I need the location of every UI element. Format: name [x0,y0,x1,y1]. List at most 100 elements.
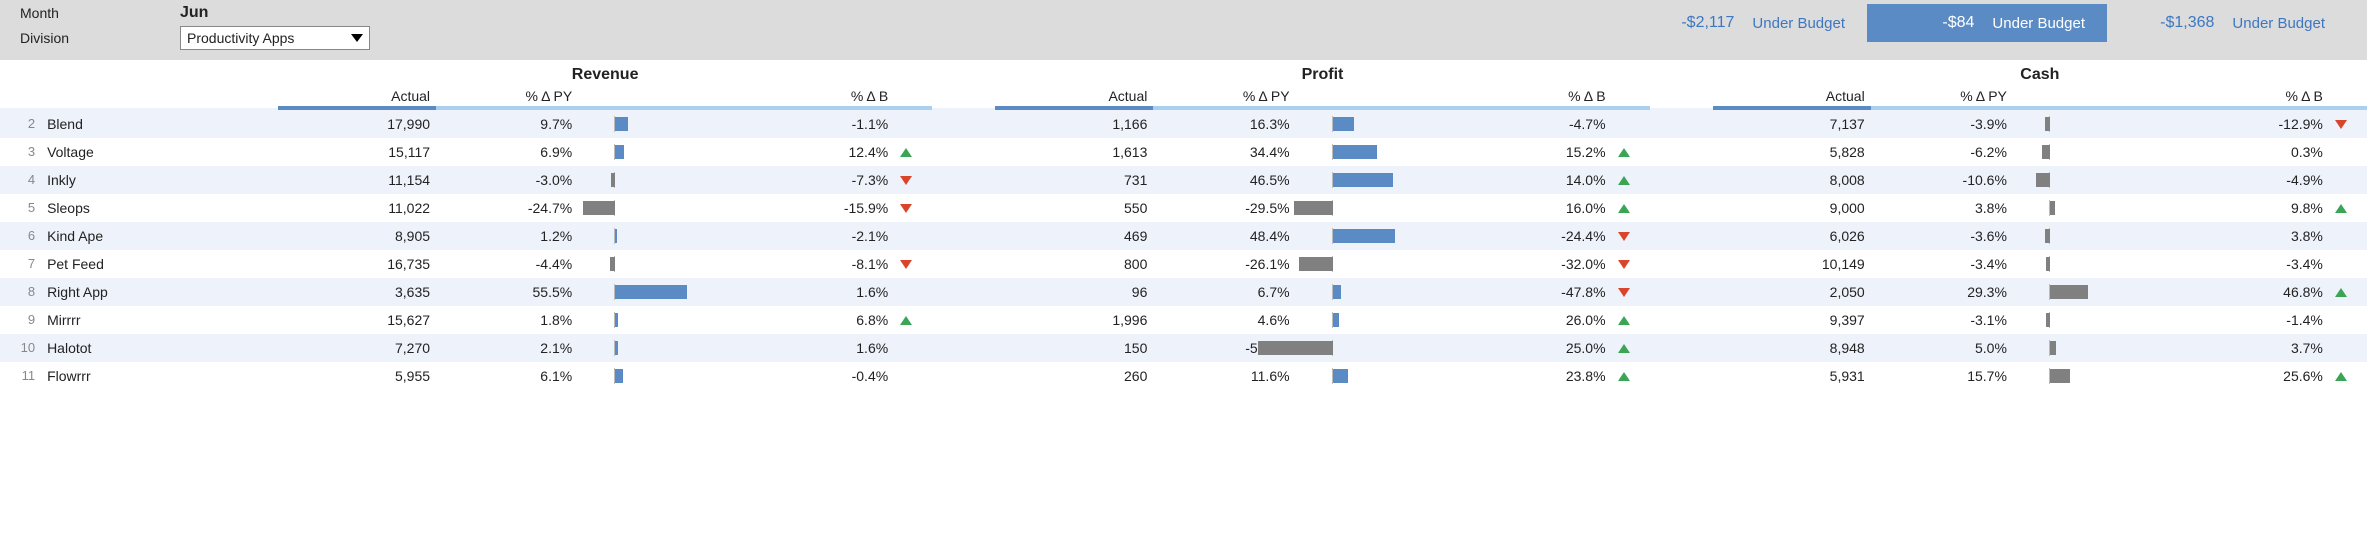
triangle-up-icon [1618,316,1630,325]
row-index: 5 [0,194,41,222]
cell-actual: 7,137 [1713,108,1871,138]
cell-pctb: 25.0% [1469,334,1611,362]
cell-indicator [894,362,932,390]
division-label: Division [20,30,180,46]
cell-pctb: -15.9% [752,194,894,222]
cell-bar [1296,250,1470,278]
row-index: 4 [0,166,41,194]
cell-actual: 2,050 [1713,278,1871,306]
cell-indicator [894,334,932,362]
triangle-up-icon [1618,372,1630,381]
cell-pctpy: 1.2% [436,222,578,250]
cell-indicator [2329,138,2367,166]
row-index: 2 [0,108,41,138]
kpi-status: Under Budget [1992,15,2085,32]
cell-bar [578,250,752,278]
cell-pctpy: -6.2% [1871,138,2013,166]
section-title-revenue: Revenue [278,60,932,86]
cell-pctb: -4.7% [1469,108,1611,138]
cell-pctb: 6.8% [752,306,894,334]
cell-actual: 1,166 [995,108,1153,138]
header-revenue-pctb: % Δ B [752,86,894,108]
cell-indicator [2329,166,2367,194]
cell-indicator [2329,108,2367,138]
cell-indicator [894,138,932,166]
row-name: Pet Feed [41,250,278,278]
cell-bar [1296,362,1470,390]
cell-bar [2013,108,2187,138]
cell-bar [1296,108,1470,138]
triangle-up-icon [900,316,912,325]
cell-actual: 5,828 [1713,138,1871,166]
row-index: 9 [0,306,41,334]
triangle-down-icon [1618,288,1630,297]
cell-indicator [2329,306,2367,334]
performance-table: Revenue Profit Cash Actual % Δ PY % Δ B … [0,60,2367,390]
division-select[interactable]: Productivity Apps [180,26,370,50]
cell-actual: 150 [995,334,1153,362]
cell-bar [578,334,752,362]
cell-pctpy: -4.4% [436,250,578,278]
cell-bar [578,108,752,138]
cell-pctb: 26.0% [1469,306,1611,334]
cell-bar [2013,362,2187,390]
cell-bar [2013,138,2187,166]
header-profit-actual: Actual [995,86,1153,108]
cell-indicator [2329,250,2367,278]
cell-bar [1296,222,1470,250]
cell-pctb: 1.6% [752,334,894,362]
kpi-strip: -$2,117Under Budget-$84Under Budget-$1,3… [1627,4,2347,42]
cell-actual: 8,008 [1713,166,1871,194]
cell-pctb: -12.9% [2187,108,2329,138]
triangle-up-icon [2335,288,2347,297]
triangle-down-icon [2335,120,2347,129]
cell-pctpy: 5.0% [1871,334,2013,362]
cell-pctb: 15.2% [1469,138,1611,166]
row-index: 6 [0,222,41,250]
cell-indicator [894,194,932,222]
cell-indicator [1612,194,1650,222]
cell-indicator [894,250,932,278]
kpi-card[interactable]: -$2,117Under Budget [1627,4,1867,42]
cell-indicator [1612,138,1650,166]
cell-pctpy: -10.6% [1871,166,2013,194]
cell-bar [578,138,752,166]
table-row: 2Blend17,9909.7%-1.1%1,16616.3%-4.7%7,13… [0,108,2367,138]
cell-indicator [1612,278,1650,306]
cell-indicator [1612,334,1650,362]
cell-actual: 96 [995,278,1153,306]
cell-pctb: -7.3% [752,166,894,194]
cell-pctpy: -3.0% [436,166,578,194]
header-cash-actual: Actual [1713,86,1871,108]
table-row: 5Sleops11,022-24.7%-15.9%550-29.5%16.0%9… [0,194,2367,222]
kpi-card[interactable]: -$1,368Under Budget [2107,4,2347,42]
kpi-status: Under Budget [2232,15,2325,32]
cell-bar [1296,278,1470,306]
cell-pctpy: 9.7% [436,108,578,138]
row-name: Kind Ape [41,222,278,250]
filter-panel: Month Jun Division Productivity Apps [20,4,380,50]
row-name: Flowrrr [41,362,278,390]
cell-pctb: 16.0% [1469,194,1611,222]
table-row: 10Halotot7,2702.1%1.6%150-57.0%25.0%8,94… [0,334,2367,362]
header-cash-pctpy: % Δ PY [1871,86,2013,108]
cell-bar [578,222,752,250]
cell-pctpy: 34.4% [1153,138,1295,166]
cell-pctb: 25.6% [2187,362,2329,390]
cell-actual: 5,955 [278,362,436,390]
cell-bar [1296,194,1470,222]
row-name: Halotot [41,334,278,362]
cell-actual: 800 [995,250,1153,278]
cell-actual: 6,026 [1713,222,1871,250]
cell-pctb: -1.4% [2187,306,2329,334]
cell-pctb: 12.4% [752,138,894,166]
cell-indicator [894,222,932,250]
cell-bar [2013,278,2187,306]
cell-pctpy: 6.9% [436,138,578,166]
cell-actual: 9,397 [1713,306,1871,334]
kpi-card[interactable]: -$84Under Budget [1867,4,2107,42]
cell-actual: 15,117 [278,138,436,166]
chevron-down-icon [351,34,363,42]
triangle-down-icon [900,260,912,269]
cell-indicator [2329,278,2367,306]
